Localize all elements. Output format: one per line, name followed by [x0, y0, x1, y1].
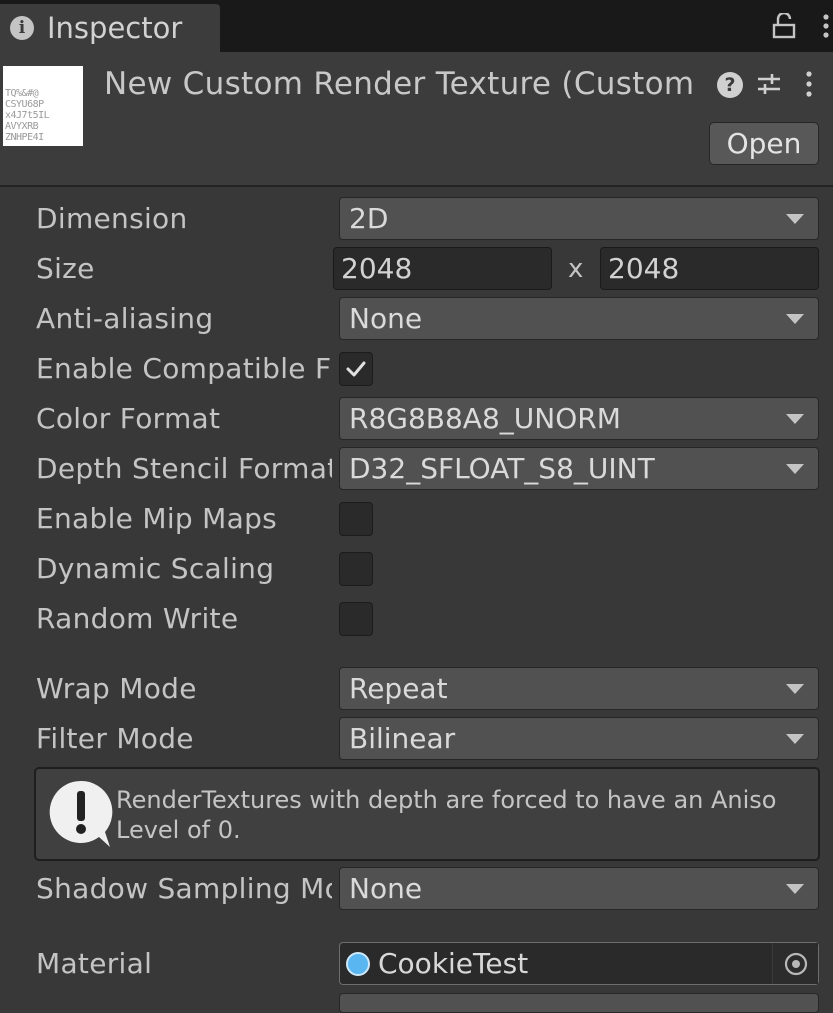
- wrap-mode-label: Wrap Mode: [36, 672, 197, 705]
- dynamic-scaling-label: Dynamic Scaling: [36, 552, 275, 585]
- shadow-sampling-row: Shadow Sampling Mode None: [0, 865, 833, 913]
- thumb-line: x4J7t5IL: [5, 110, 50, 121]
- compatible-format-label: Enable Compatible Format: [36, 352, 332, 385]
- wrap-mode-row: Wrap Mode Repeat: [0, 665, 833, 713]
- inspector-header: TQ%&#@ CSYU68P x4J7t5IL AVYXRB ZNHPE4I N…: [0, 52, 833, 187]
- thumb-line: CSYU68P: [5, 99, 44, 110]
- object-picker-button[interactable]: [772, 943, 818, 984]
- anti-aliasing-label: Anti-aliasing: [36, 302, 214, 335]
- shadow-sampling-label: Shadow Sampling Mode: [36, 872, 332, 905]
- wrap-mode-value: Repeat: [349, 672, 448, 705]
- dynamic-scaling-checkbox[interactable]: [339, 552, 373, 586]
- size-row: Size 2048 x 2048: [0, 245, 833, 293]
- color-format-label: Color Format: [36, 402, 221, 435]
- dimension-row: Dimension 2D: [0, 195, 833, 243]
- kebab-menu-icon[interactable]: [805, 70, 813, 98]
- info-icon: i: [10, 16, 34, 40]
- random-write-row: Random Write: [0, 595, 833, 643]
- depth-stencil-label: Depth Stencil Format: [36, 452, 332, 485]
- warning-helpbox: RenderTextures with depth are forced to …: [34, 767, 820, 861]
- mip-maps-label: Enable Mip Maps: [36, 502, 278, 535]
- anti-aliasing-dropdown[interactable]: None: [339, 297, 819, 340]
- compatible-format-checkbox[interactable]: [339, 352, 373, 386]
- material-value: CookieTest: [378, 947, 529, 980]
- object-title: New Custom Render Texture (Custom R: [104, 66, 704, 102]
- depth-stencil-value: D32_SFLOAT_S8_UINT: [349, 452, 655, 485]
- texture-thumbnail: TQ%&#@ CSYU68P x4J7t5IL AVYXRB ZNHPE4I: [3, 66, 83, 146]
- random-write-checkbox[interactable]: [339, 602, 373, 636]
- dimension-value: 2D: [349, 202, 389, 235]
- dimension-label: Dimension: [36, 202, 188, 235]
- thumb-line: AVYXRB: [5, 121, 39, 132]
- chevron-down-icon: [786, 734, 804, 744]
- tab-label: Inspector: [47, 11, 183, 45]
- chevron-down-icon: [786, 684, 804, 694]
- tab-menu-icon[interactable]: [822, 12, 830, 40]
- material-label: Material: [36, 947, 153, 980]
- filter-mode-dropdown[interactable]: Bilinear: [339, 717, 819, 760]
- warning-text: RenderTextures with depth are forced to …: [116, 786, 777, 844]
- checkmark-icon: [346, 361, 366, 377]
- tab-inspector[interactable]: i Inspector: [0, 4, 220, 52]
- presets-icon[interactable]: [755, 70, 783, 98]
- dynamic-scaling-row: Dynamic Scaling: [0, 545, 833, 593]
- mip-maps-row: Enable Mip Maps: [0, 495, 833, 543]
- compatible-format-row: Enable Compatible Format: [0, 345, 833, 393]
- color-format-row: Color Format R8G8B8A8_UNORM: [0, 395, 833, 443]
- depth-stencil-row: Depth Stencil Format D32_SFLOAT_S8_UINT: [0, 445, 833, 493]
- size-label: Size: [36, 252, 95, 285]
- dimension-dropdown[interactable]: 2D: [339, 197, 819, 240]
- help-icon[interactable]: ?: [717, 72, 743, 98]
- filter-mode-value: Bilinear: [349, 722, 456, 755]
- tab-bar: i Inspector: [0, 0, 833, 52]
- shadow-sampling-dropdown[interactable]: None: [339, 867, 819, 910]
- mip-maps-checkbox[interactable]: [339, 502, 373, 536]
- random-write-label: Random Write: [36, 602, 239, 635]
- color-format-value: R8G8B8A8_UNORM: [349, 402, 621, 435]
- anti-aliasing-row: Anti-aliasing None: [0, 295, 833, 343]
- chevron-down-icon: [786, 214, 804, 224]
- depth-stencil-dropdown[interactable]: D32_SFLOAT_S8_UINT: [339, 447, 819, 490]
- color-format-dropdown[interactable]: R8G8B8A8_UNORM: [339, 397, 819, 440]
- size-width-field[interactable]: 2048: [333, 247, 552, 290]
- wrap-mode-dropdown[interactable]: Repeat: [339, 667, 819, 710]
- filter-mode-row: Filter Mode Bilinear: [0, 715, 833, 763]
- next-field-partial: [339, 993, 819, 1013]
- material-row: Material CookieTest: [0, 940, 833, 988]
- material-object-field[interactable]: CookieTest: [339, 942, 819, 985]
- warning-icon: [49, 780, 113, 847]
- target-icon: [784, 952, 807, 975]
- open-button[interactable]: Open: [709, 122, 819, 165]
- thumb-line: ZNHPE4I: [5, 132, 44, 143]
- filter-mode-label: Filter Mode: [36, 722, 194, 755]
- thumb-line: TQ%&#@: [5, 88, 39, 99]
- chevron-down-icon: [786, 464, 804, 474]
- chevron-down-icon: [786, 414, 804, 424]
- material-icon: [346, 952, 370, 976]
- shadow-sampling-value: None: [349, 872, 423, 905]
- lock-icon[interactable]: [772, 13, 796, 39]
- anti-aliasing-value: None: [349, 302, 423, 335]
- size-height-field[interactable]: 2048: [600, 247, 819, 290]
- chevron-down-icon: [786, 314, 804, 324]
- size-separator: x: [568, 254, 584, 284]
- chevron-down-icon: [786, 884, 804, 894]
